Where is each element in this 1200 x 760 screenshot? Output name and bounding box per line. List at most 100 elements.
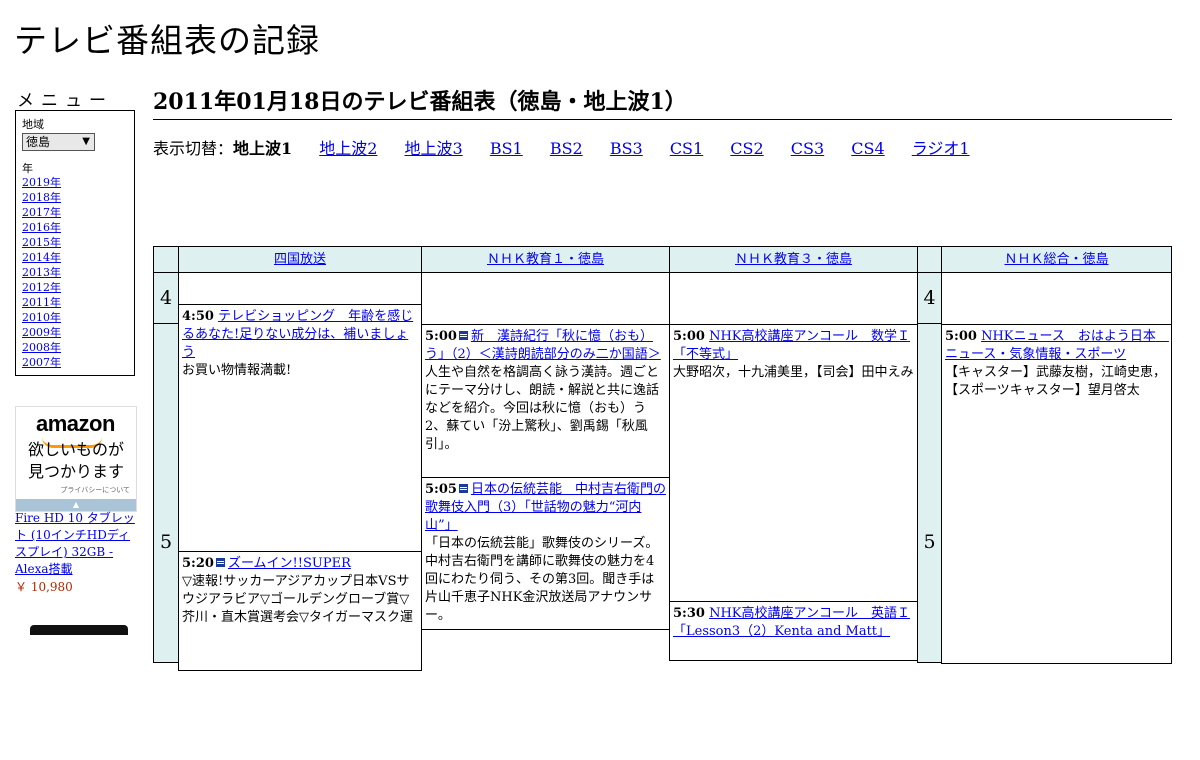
list-item: 2012年 xyxy=(22,280,61,295)
year-link[interactable]: 2009年 xyxy=(22,326,61,339)
program-cell: 5:00 新 漢詩紀行「秋に憶（おも）う」（2）＜漢詩朗読部分のみ二か国語＞ 人生… xyxy=(421,324,670,478)
program-time: 5:05 xyxy=(425,482,457,497)
switcher-link[interactable]: CS4 xyxy=(851,139,884,158)
channel-header: ＮＨＫ教育１・徳島 xyxy=(421,246,670,273)
year-list: 2019年 2018年 2017年 2016年 2015年 2014年 2013… xyxy=(22,175,61,370)
switcher-link[interactable]: BS1 xyxy=(490,139,523,158)
year-link[interactable]: 2007年 xyxy=(22,356,61,369)
channel-link-nhk-g[interactable]: ＮＨＫ総合・徳島 xyxy=(1004,252,1108,267)
channel-link-nhk-e3[interactable]: ＮＨＫ教育３・徳島 xyxy=(735,252,852,267)
program-cell-empty xyxy=(421,272,670,325)
switcher-link[interactable]: CS2 xyxy=(730,139,763,158)
hour-cell: 4 xyxy=(153,272,179,324)
channel-link-nhk-e1[interactable]: ＮＨＫ教育１・徳島 xyxy=(487,252,604,267)
year-link[interactable]: 2015年 xyxy=(22,236,61,249)
program-desc: 人生や自然を格調高く詠う漢詩。週ごとにテーマ分けし、朗読・解説と共に逸話などを紹… xyxy=(425,365,660,452)
program-cell-empty xyxy=(669,272,918,325)
program-title[interactable]: NHK高校講座アンコール 英語Ｉ「Lesson3（2）Kenta and Mat… xyxy=(673,606,910,639)
program-time: 4:50 xyxy=(182,309,214,324)
subtitle-icon xyxy=(458,331,468,340)
year-link[interactable]: 2012年 xyxy=(22,281,61,294)
list-item: 2015年 xyxy=(22,235,61,250)
product-thumbnail[interactable] xyxy=(30,625,128,635)
list-item: 2016年 xyxy=(22,220,61,235)
region-select[interactable]: 徳島 ▼ xyxy=(22,133,95,151)
program-time: 5:20 xyxy=(182,556,214,571)
amazon-banner[interactable]: amazon 欲しいものが 見つかります プライバシーについて ▲ xyxy=(15,406,137,512)
page-title: 2011年01月18日のテレビ番組表（徳島・地上波1） xyxy=(153,84,1172,120)
year-link[interactable]: 2016年 xyxy=(22,221,61,234)
list-item: 2008年 xyxy=(22,340,61,355)
switcher-link[interactable]: CS3 xyxy=(791,139,824,158)
year-link[interactable]: 2010年 xyxy=(22,311,61,324)
program-desc: ▽速報!サッカーアジアカップ日本VSサウジアラビア▽ゴールデングローブ賞▽芥川・… xyxy=(182,574,413,625)
program-desc: 「日本の伝統芸能」歌舞伎のシリーズ。中村吉右衛門を講師に歌舞伎の魅力を4回にわた… xyxy=(425,536,659,623)
list-item: 2018年 xyxy=(22,190,61,205)
list-item: 2010年 xyxy=(22,310,61,325)
region-label: 地域 xyxy=(22,118,44,131)
switcher-link[interactable]: 地上波2 xyxy=(319,139,377,158)
program-title[interactable]: ズームイン!!SUPER xyxy=(228,556,351,571)
subtitle-icon xyxy=(458,484,468,493)
hour-header-right xyxy=(917,246,942,273)
menu-heading: メニュー xyxy=(17,91,113,111)
list-item: 2019年 xyxy=(22,175,61,190)
product-link[interactable]: Fire HD 10 タブレット (10インチHDディスプレイ) 32GB - … xyxy=(15,510,140,578)
channel-switcher: 表示切替：地上波1 地上波2 地上波3 BS1 BS2 BS3 CS1 CS2 … xyxy=(153,135,992,159)
hour-header-left xyxy=(153,246,179,273)
list-item: 2017年 xyxy=(22,205,61,220)
program-title[interactable]: NHKニュース おはよう日本 ニュース・気象情報・スポーツ xyxy=(945,329,1169,362)
program-cell-empty xyxy=(178,272,422,305)
year-link[interactable]: 2018年 xyxy=(22,191,61,204)
list-item: 2014年 xyxy=(22,250,61,265)
year-label: 年 xyxy=(22,162,33,175)
year-link[interactable]: 2013年 xyxy=(22,266,61,279)
program-title[interactable]: テレビショッピング 年齢を感じるあなた!足りない成分は、補いましょう xyxy=(182,309,413,360)
amazon-message-line: 欲しいものが xyxy=(27,440,124,459)
year-link[interactable]: 2008年 xyxy=(22,341,61,354)
menu-box: 地域 徳島 ▼ 年 2019年 2018年 2017年 2016年 2015年 … xyxy=(15,110,135,376)
program-cell: 5:30 NHK高校講座アンコール 英語Ｉ「Lesson3（2）Kenta an… xyxy=(669,601,918,661)
list-item: 2013年 xyxy=(22,265,61,280)
program-desc: お買い物情報満載! xyxy=(182,363,292,378)
program-time: 5:00 xyxy=(425,329,457,344)
program-title[interactable]: NHK高校講座アンコール 数学Ｉ「不等式」 xyxy=(673,329,910,362)
program-grid: 四国放送 ＮＨＫ教育１・徳島 ＮＨＫ教育３・徳島 ＮＨＫ総合・徳島 4 5 4 … xyxy=(153,246,1172,671)
channel-header: ＮＨＫ教育３・徳島 xyxy=(669,246,918,273)
program-cell: 5:00 NHKニュース おはよう日本 ニュース・気象情報・スポーツ 【キャスタ… xyxy=(941,324,1172,664)
list-item: 2011年 xyxy=(22,295,61,310)
switcher-link[interactable]: BS3 xyxy=(610,139,643,158)
list-item: 2009年 xyxy=(22,325,61,340)
list-item: 2007年 xyxy=(22,355,61,370)
region-value: 徳島 xyxy=(26,135,51,149)
hour-cell: 5 xyxy=(917,323,942,663)
program-cell-empty xyxy=(941,272,1172,325)
program-time: 5:30 xyxy=(673,606,705,621)
program-cell: 5:20 ズームイン!!SUPER ▽速報!サッカーアジアカップ日本VSサウジアラ… xyxy=(178,551,422,671)
switcher-link[interactable]: CS1 xyxy=(670,139,703,158)
switcher-current: 地上波1 xyxy=(233,139,293,158)
program-cell: 5:05 日本の伝統芸能 中村吉右衛門の歌舞伎入門（3）「世話物の魅力“河内山”」… xyxy=(421,477,670,630)
switcher-link[interactable]: 地上波3 xyxy=(405,139,463,158)
year-link[interactable]: 2017年 xyxy=(22,206,61,219)
program-time: 5:00 xyxy=(945,329,977,344)
year-link[interactable]: 2014年 xyxy=(22,251,61,264)
switcher-link[interactable]: BS2 xyxy=(550,139,583,158)
year-link[interactable]: 2019年 xyxy=(22,176,61,189)
channel-header: 四国放送 xyxy=(178,246,422,273)
year-link[interactable]: 2011年 xyxy=(22,296,61,309)
switcher-label: 表示切替： xyxy=(153,139,234,158)
channel-link-shikoku[interactable]: 四国放送 xyxy=(274,252,326,267)
switcher-link[interactable]: ラジオ1 xyxy=(912,139,970,158)
program-desc: 【キャスター】武藤友樹，江崎史恵，【スポーツキャスター】望月啓太 xyxy=(945,365,1167,398)
dropdown-arrow-icon: ▼ xyxy=(82,136,90,147)
amazon-logo: amazon xyxy=(36,411,115,436)
program-desc: 大野昭次，十九浦美里，【司会】田中えみ xyxy=(673,365,914,380)
program-cell: 5:00 NHK高校講座アンコール 数学Ｉ「不等式」 大野昭次，十九浦美里，【司… xyxy=(669,324,918,602)
amazon-message: 欲しいものが 見つかります xyxy=(16,439,136,483)
privacy-link[interactable]: プライバシーについて xyxy=(60,485,130,495)
hour-cell: 4 xyxy=(917,272,942,324)
amazon-message-line: 見つかります xyxy=(27,462,124,481)
channel-header: ＮＨＫ総合・徳島 xyxy=(941,246,1172,273)
hour-cell: 5 xyxy=(153,323,179,663)
